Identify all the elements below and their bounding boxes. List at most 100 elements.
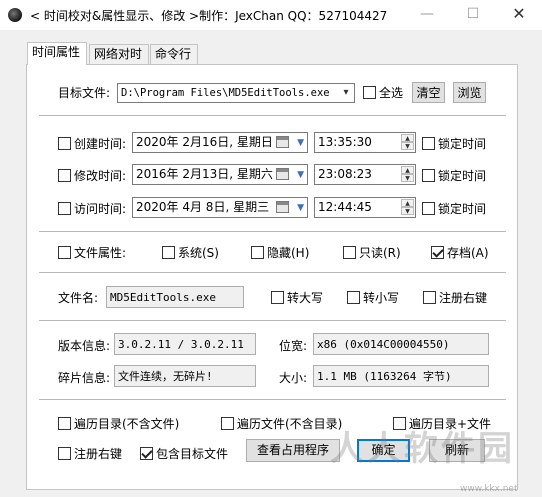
lowercase-label: 转小写 — [363, 291, 400, 305]
tab-time-attributes[interactable]: 时间属性 — [27, 42, 87, 65]
modified-lock-label: 锁定时间 — [438, 169, 487, 183]
created-time-value: 13:35:30 — [318, 135, 372, 149]
include-target-label: 包含目标文件 — [156, 447, 229, 461]
register-menu-label: 注册右键 — [74, 447, 123, 461]
title-bar: < 时间校对&属性显示、修改 >制作：JexChan QQ：527104427 … — [0, 0, 542, 30]
separator — [39, 115, 506, 116]
spin-up-icon: ▲ — [401, 166, 414, 174]
spin-buttons[interactable]: ▲ ▼ — [401, 199, 414, 216]
clear-button[interactable]: 清空 — [412, 82, 445, 103]
version-field: 3.0.2.11 / 3.0.2.11 — [114, 333, 256, 355]
spin-buttons[interactable]: ▲ ▼ — [401, 134, 414, 151]
readonly-label: 只读(R) — [359, 246, 401, 260]
tab-command-line[interactable]: 命令行 — [150, 44, 198, 65]
bits-label: 位宽: — [279, 339, 308, 353]
created-time-checkbox[interactable] — [58, 137, 71, 150]
accessed-lock-checkbox[interactable] — [422, 202, 435, 215]
window-title: < 时间校对&属性显示、修改 >制作：JexChan QQ：527104427 — [30, 9, 388, 23]
readonly-checkbox[interactable] — [343, 246, 356, 259]
spin-up-icon: ▲ — [401, 134, 414, 142]
modified-time-field[interactable]: 23:08:23 ▲ ▼ — [314, 164, 416, 185]
modified-time-checkbox[interactable] — [58, 169, 71, 182]
close-button[interactable]: ✕ — [496, 0, 542, 30]
bits-value: x86 (0x014C00004550) — [317, 338, 450, 351]
walk-files-label: 遍历文件(不含目录) — [237, 417, 343, 431]
filename-value: MD5EditTools.exe — [110, 291, 216, 304]
tab-network-time[interactable]: 网络对时 — [89, 44, 149, 65]
separator — [39, 399, 506, 400]
calendar-icon — [276, 136, 289, 148]
include-target-checkbox[interactable] — [140, 447, 153, 460]
uppercase-checkbox[interactable] — [271, 291, 284, 304]
archive-label: 存档(A) — [447, 246, 489, 260]
register-context-label: 注册右键 — [439, 291, 488, 305]
created-lock-label: 锁定时间 — [438, 137, 487, 151]
walk-directories-label: 遍历目录(不含文件) — [74, 417, 180, 431]
hidden-checkbox[interactable] — [251, 246, 264, 259]
modified-date-picker[interactable]: 2016年 2月13日, 星期六 ▼ — [132, 164, 308, 185]
target-file-combo[interactable]: D:\Program Files\MD5EditTools.exe ▾ — [117, 83, 355, 103]
accessed-time-field[interactable]: 12:44:45 ▲ ▼ — [314, 197, 416, 218]
system-checkbox[interactable] — [162, 246, 175, 259]
calendar-icon — [276, 168, 289, 180]
spin-up-icon: ▲ — [401, 199, 414, 207]
file-attributes-label: 文件属性: — [74, 246, 127, 260]
modified-lock-checkbox[interactable] — [422, 169, 435, 182]
size-field: 1.1 MB (1163264 字节) — [313, 365, 489, 387]
accessed-time-value: 12:44:45 — [318, 200, 372, 214]
spin-buttons[interactable]: ▲ ▼ — [401, 166, 414, 183]
tab-panel: 目标文件: D:\Program Files\MD5EditTools.exe … — [26, 64, 518, 490]
fragment-label: 碎片信息: — [58, 371, 111, 385]
version-label: 版本信息: — [58, 339, 111, 353]
size-label: 大小: — [279, 371, 308, 385]
modified-time-value: 23:08:23 — [318, 167, 372, 181]
spin-down-icon: ▼ — [401, 142, 414, 150]
modified-time-label: 修改时间: — [74, 169, 127, 183]
select-all-checkbox[interactable] — [363, 86, 376, 99]
minimize-button[interactable]: — — [404, 0, 450, 30]
filename-label: 文件名: — [58, 291, 99, 305]
version-value: 3.0.2.11 / 3.0.2.11 — [118, 338, 244, 351]
maximize-button[interactable]: ☐ — [450, 0, 496, 30]
created-lock-checkbox[interactable] — [422, 137, 435, 150]
hidden-label: 隐藏(H) — [267, 246, 310, 260]
modified-date-value: 2016年 2月13日, 星期六 — [136, 167, 273, 181]
register-context-checkbox[interactable] — [423, 291, 436, 304]
accessed-date-value: 2020年 4月 8日, 星期三 — [136, 200, 270, 214]
created-date-value: 2020年 2月16日, 星期日 — [136, 135, 273, 149]
separator — [39, 231, 506, 232]
created-date-picker[interactable]: 2020年 2月16日, 星期日 ▼ — [132, 132, 308, 153]
accessed-date-picker[interactable]: 2020年 4月 8日, 星期三 ▼ — [132, 197, 308, 218]
filename-field[interactable]: MD5EditTools.exe — [106, 286, 244, 308]
watermark-url: www.kkx.net — [460, 484, 518, 494]
archive-checkbox[interactable] — [431, 246, 444, 259]
walk-files-checkbox[interactable] — [221, 417, 234, 430]
view-processes-button[interactable]: 查看占用程序 — [246, 439, 340, 462]
chevron-down-icon[interactable]: ▾ — [340, 87, 352, 99]
size-value: 1.1 MB (1163264 字节) — [317, 370, 452, 383]
file-attributes-checkbox[interactable] — [58, 246, 71, 259]
created-time-label: 创建时间: — [74, 137, 127, 151]
walk-directories-checkbox[interactable] — [58, 417, 71, 430]
register-menu-checkbox[interactable] — [58, 447, 71, 460]
accessed-time-label: 访问时间: — [74, 202, 127, 216]
spin-down-icon: ▼ — [401, 174, 414, 182]
chevron-down-icon[interactable]: ▼ — [297, 201, 304, 215]
separator — [39, 272, 506, 273]
accessed-time-checkbox[interactable] — [58, 202, 71, 215]
browse-button[interactable]: 浏览 — [453, 82, 486, 103]
system-label: 系统(S) — [178, 246, 219, 260]
watermark-text: 人人软件园 — [330, 429, 515, 469]
calendar-icon — [276, 201, 289, 213]
watermark-logo: 人人软件园 — [330, 428, 542, 470]
bits-field: x86 (0x014C00004550) — [313, 333, 489, 355]
lowercase-checkbox[interactable] — [347, 291, 360, 304]
accessed-lock-label: 锁定时间 — [438, 202, 487, 216]
uppercase-label: 转大写 — [287, 291, 324, 305]
spin-down-icon: ▼ — [401, 207, 414, 215]
created-time-field[interactable]: 13:35:30 ▲ ▼ — [314, 132, 416, 153]
chevron-down-icon[interactable]: ▼ — [297, 168, 304, 182]
chevron-down-icon[interactable]: ▼ — [297, 136, 304, 150]
target-file-label: 目标文件: — [58, 86, 111, 100]
separator — [39, 320, 506, 321]
